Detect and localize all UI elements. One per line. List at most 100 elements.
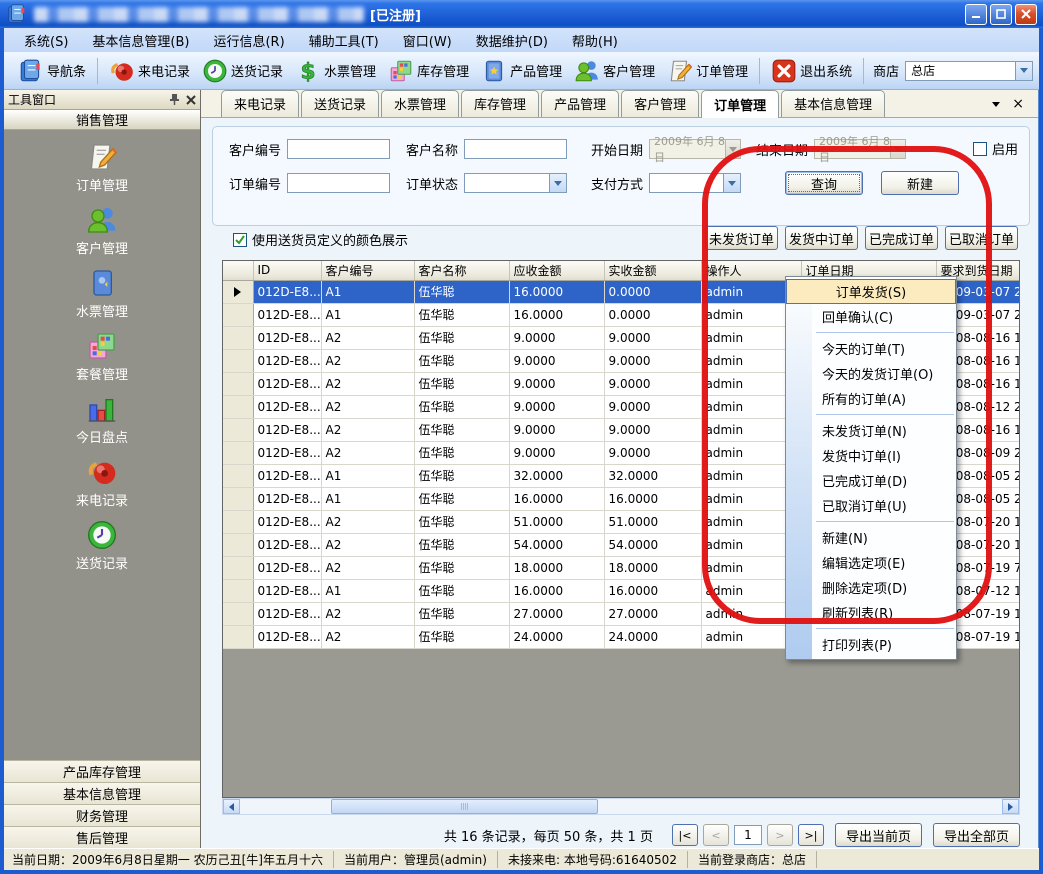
tab[interactable]: 送货记录: [301, 90, 379, 117]
tab[interactable]: 水票管理: [381, 90, 459, 117]
toolbar-button[interactable]: 来电记录: [103, 55, 196, 87]
start-date-picker[interactable]: 2009年 6月 8日: [649, 139, 741, 159]
sidebar-item[interactable]: 订单管理: [4, 136, 200, 199]
prev-page-button[interactable]: <: [703, 824, 729, 846]
shop-combo-button[interactable]: [1015, 62, 1032, 80]
close-button[interactable]: [1015, 4, 1037, 25]
context-menu-item[interactable]: 未发货订单(N): [786, 418, 956, 443]
menu-item[interactable]: 数据维护(D): [464, 29, 560, 52]
shop-combobox[interactable]: 总店: [905, 61, 1033, 81]
start-date-dropdown-button[interactable]: [725, 140, 740, 158]
menu-item[interactable]: 辅助工具(T): [297, 29, 391, 52]
row-selector-cell[interactable]: [223, 303, 253, 326]
context-menu-item[interactable]: 发货中订单(I): [786, 443, 956, 468]
pay-method-select[interactable]: [649, 173, 741, 193]
tab[interactable]: 来电记录: [221, 90, 299, 117]
sidebar-item[interactable]: 送货记录: [4, 514, 200, 577]
end-date-picker[interactable]: 2009年 6月 8日: [814, 139, 906, 159]
grid-column-header[interactable]: 客户编号: [321, 261, 414, 280]
next-page-button[interactable]: >: [767, 824, 793, 846]
row-selector-cell[interactable]: [223, 556, 253, 579]
last-page-button[interactable]: >|: [798, 824, 824, 846]
tab-close-icon[interactable]: ×: [1012, 97, 1024, 111]
first-page-button[interactable]: |<: [672, 824, 698, 846]
status-filter-button[interactable]: 已取消订单: [945, 226, 1018, 250]
row-selector-cell[interactable]: [223, 395, 253, 418]
sidebar-item[interactable]: 客户管理: [4, 199, 200, 262]
menu-item[interactable]: 帮助(H): [560, 29, 630, 52]
context-menu-item[interactable]: 所有的订单(A): [786, 386, 956, 411]
scrollbar-track[interactable]: [240, 799, 1002, 814]
scroll-left-button[interactable]: [223, 799, 240, 814]
toolbar-button[interactable]: 导航条: [12, 55, 92, 87]
status-filter-button[interactable]: 已完成订单: [865, 226, 938, 250]
tab[interactable]: 基本信息管理: [781, 90, 885, 117]
menu-item[interactable]: 基本信息管理(B): [80, 29, 201, 52]
context-menu-item[interactable]: 已完成订单(D): [786, 468, 956, 493]
toolbar-button[interactable]: 库存管理: [382, 55, 475, 87]
row-selector-cell[interactable]: [223, 487, 253, 510]
context-menu-item[interactable]: 编辑选定项(E): [786, 550, 956, 575]
status-filter-button[interactable]: 发货中订单: [785, 226, 858, 250]
order-status-select[interactable]: [464, 173, 567, 193]
grid-column-header[interactable]: [223, 261, 253, 280]
toolbar-button[interactable]: 客户管理: [568, 55, 661, 87]
customer-name-input[interactable]: [464, 139, 567, 159]
context-menu-item[interactable]: 今天的发货订单(O): [786, 361, 956, 386]
sidebar-section[interactable]: 产品库存管理: [4, 760, 200, 782]
menu-item[interactable]: 窗口(W): [391, 29, 464, 52]
row-selector-cell[interactable]: [223, 418, 253, 441]
scrollbar-thumb[interactable]: [331, 799, 598, 814]
row-selector-cell[interactable]: [223, 280, 253, 303]
order-code-input[interactable]: [287, 173, 390, 193]
menu-item[interactable]: 运行信息(R): [201, 29, 296, 52]
row-selector-cell[interactable]: [223, 625, 253, 648]
minimize-button[interactable]: [965, 4, 987, 25]
pay-method-dropdown-button[interactable]: [723, 174, 740, 192]
scroll-right-button[interactable]: [1002, 799, 1019, 814]
sidebar-item[interactable]: 今日盘点: [4, 388, 200, 451]
new-button[interactable]: 新建: [881, 171, 959, 195]
context-menu-item[interactable]: 回单确认(C): [786, 304, 956, 329]
end-date-dropdown-button[interactable]: [890, 140, 905, 158]
context-menu-item[interactable]: 已取消订单(U): [786, 493, 956, 518]
status-filter-button[interactable]: 未发货订单: [705, 226, 778, 250]
row-selector-cell[interactable]: [223, 326, 253, 349]
search-button[interactable]: 查询: [785, 171, 863, 195]
page-number-input[interactable]: [734, 825, 762, 845]
grid-column-header[interactable]: 实收金额: [604, 261, 701, 280]
toolbar-button[interactable]: 送货记录: [196, 55, 289, 87]
pin-icon[interactable]: [169, 93, 180, 106]
export-current-page-button[interactable]: 导出当前页: [835, 823, 922, 847]
tab[interactable]: 客户管理: [621, 90, 699, 117]
context-menu-item[interactable]: 订单发货(S): [786, 279, 956, 304]
context-menu-item[interactable]: 删除选定项(D): [786, 575, 956, 600]
row-selector-cell[interactable]: [223, 579, 253, 602]
sidebar-section-header[interactable]: 销售管理: [4, 110, 200, 130]
export-all-pages-button[interactable]: 导出全部页: [933, 823, 1020, 847]
enable-checkbox[interactable]: [973, 142, 987, 156]
maximize-button[interactable]: [990, 4, 1012, 25]
sidebar-section[interactable]: 财务管理: [4, 804, 200, 826]
context-menu-item[interactable]: 刷新列表(R): [786, 600, 956, 625]
order-status-dropdown-button[interactable]: [549, 174, 566, 192]
row-selector-cell[interactable]: [223, 510, 253, 533]
grid-column-header[interactable]: ID: [253, 261, 321, 280]
toolbar-button[interactable]: 退出系统: [765, 55, 858, 87]
row-selector-cell[interactable]: [223, 441, 253, 464]
color-checkbox[interactable]: [233, 233, 247, 247]
context-menu-item[interactable]: 新建(N): [786, 525, 956, 550]
tab[interactable]: 库存管理: [461, 90, 539, 117]
sidebar-item[interactable]: 水票管理: [4, 262, 200, 325]
menu-item[interactable]: 系统(S): [12, 29, 80, 52]
sidebar-item[interactable]: 套餐管理: [4, 325, 200, 388]
sidebar-section[interactable]: 基本信息管理: [4, 782, 200, 804]
sidebar-item[interactable]: 来电记录: [4, 451, 200, 514]
row-selector-cell[interactable]: [223, 372, 253, 395]
context-menu-item[interactable]: 今天的订单(T): [786, 336, 956, 361]
tab-list-chevron-down-icon[interactable]: [992, 102, 1000, 107]
grid-column-header[interactable]: 应收金额: [509, 261, 604, 280]
toolbar-button[interactable]: 订单管理: [661, 55, 754, 87]
horizontal-scrollbar[interactable]: [222, 798, 1020, 815]
context-menu-item[interactable]: 打印列表(P): [786, 632, 956, 657]
